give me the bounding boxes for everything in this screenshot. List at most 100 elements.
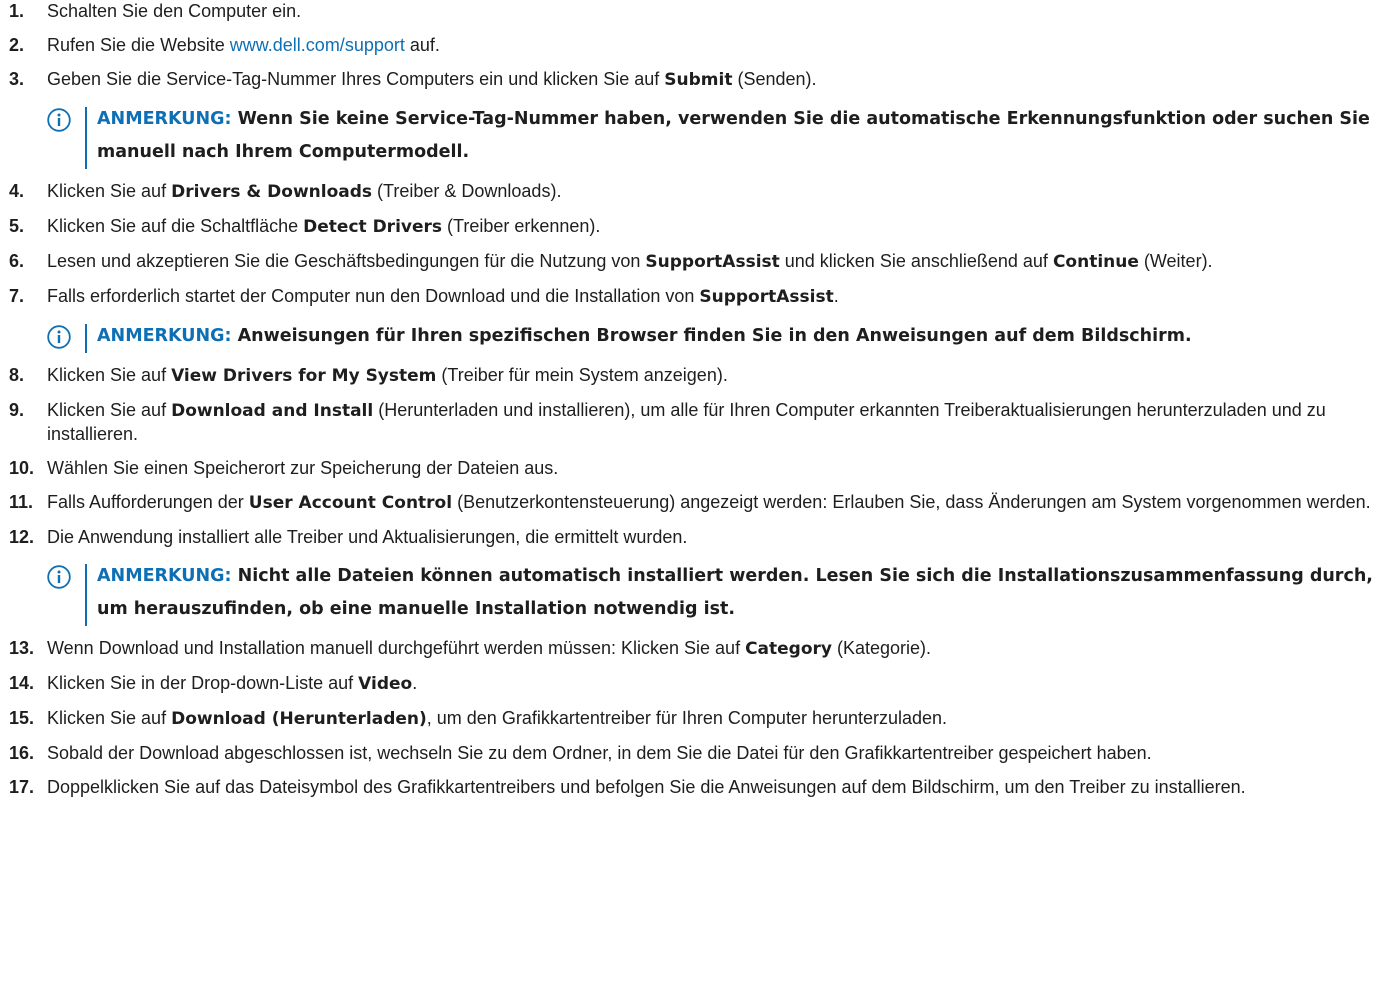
step-text: Schalten Sie den Computer ein. <box>47 1 301 21</box>
step-number: 16. <box>9 743 35 763</box>
note-divider <box>85 107 87 169</box>
note-divider <box>85 324 87 353</box>
step-number: 17. <box>9 777 35 797</box>
text-run: Geben Sie die Service-Tag-Nummer Ihres C… <box>47 69 665 89</box>
note-box: ANMERKUNG: Wenn Sie keine Service-Tag-Nu… <box>47 103 1395 169</box>
note-text: Wenn Sie keine Service-Tag-Nummer haben,… <box>97 109 1370 162</box>
step-item: 12. Die Anwendung installiert alle Treibe… <box>0 526 1397 549</box>
text-run: auf. <box>404 35 440 55</box>
text-run: Sobald der Download abgeschlossen ist, w… <box>47 743 1152 763</box>
step-text: Wählen Sie einen Speicherort zur Speiche… <box>47 458 558 478</box>
ui-term: Detect Drivers <box>303 217 443 237</box>
step-text: Geben Sie die Service-Tag-Nummer Ihres C… <box>47 69 817 90</box>
note-label: ANMERKUNG: <box>97 566 232 586</box>
step-number: 4. <box>9 181 25 201</box>
step-text: Rufen Sie die Website www.dell.com/suppo… <box>47 35 440 55</box>
text-run: und klicken Sie anschließend auf <box>779 251 1053 271</box>
step-text: Klicken Sie auf Download (Herunterladen)… <box>47 708 948 729</box>
text-run: Klicken Sie auf die Schaltfläche <box>47 216 304 236</box>
support-link[interactable]: www.dell.com/support <box>230 35 405 55</box>
step-item: 11. Falls Aufforderungen der User Account… <box>0 491 1397 515</box>
step-number: 11. <box>9 492 34 512</box>
step-number: 10. <box>9 458 35 478</box>
ui-term: SupportAssist <box>645 252 780 272</box>
step-number: 5. <box>9 216 25 236</box>
note-label: ANMERKUNG: <box>97 326 232 346</box>
text-run: Klicken Sie auf <box>47 365 172 385</box>
text-run: (Treiber erkennen). <box>442 216 601 236</box>
text-run: Doppelklicken Sie auf das Dateisymbol de… <box>47 777 1246 797</box>
step-number: 7. <box>9 286 25 306</box>
step-text: Klicken Sie in der Drop-down-Liste auf V… <box>47 673 418 694</box>
info-circle-icon <box>47 108 71 132</box>
step-item: 17. Doppelklicken Sie auf das Dateisymbol… <box>0 776 1397 799</box>
ui-term: Continue <box>1052 252 1139 272</box>
step-text: Klicken Sie auf die Schaltfläche Detect … <box>47 216 601 237</box>
info-circle-icon <box>47 565 71 589</box>
step-number: 6. <box>9 251 25 271</box>
text-run: (Treiber für mein System anzeigen). <box>436 365 728 385</box>
step-number: 14. <box>9 673 35 693</box>
text-run: Lesen und akzeptieren Sie die Geschäftsb… <box>47 251 646 271</box>
text-run: , um den Grafikkartentreiber für Ihren C… <box>426 708 948 728</box>
step-item: 14. Klicken Sie in der Drop-down-Liste au… <box>0 672 1397 696</box>
step-number: 15. <box>9 708 35 728</box>
step-text: Wenn Download und Installation manuell d… <box>47 638 932 659</box>
text-run: Klicken Sie in der Drop-down-Liste auf <box>47 673 359 693</box>
text-run: Falls Aufforderungen der <box>47 492 249 512</box>
text-run: Wenn Download und Installation manuell d… <box>47 638 746 658</box>
text-run: (Benutzerkontensteuerung) angezeigt werd… <box>452 492 1371 512</box>
step-text: Klicken Sie auf Download and Install (He… <box>47 400 1326 444</box>
step-text: Klicken Sie auf Drivers & Downloads (Tre… <box>47 181 562 202</box>
step-number: 9. <box>9 400 25 420</box>
text-run: (Treiber & Downloads). <box>372 181 562 201</box>
step-text: Sobald der Download abgeschlossen ist, w… <box>47 743 1152 763</box>
step-text: Klicken Sie auf View Drivers for My Syst… <box>47 365 728 386</box>
note-box: ANMERKUNG: Nicht alle Dateien können aut… <box>47 560 1395 626</box>
ui-term: Download (Herunterladen) <box>171 709 427 729</box>
text-run: Klicken Sie auf <box>47 708 172 728</box>
ui-term: View Drivers for My System <box>171 366 437 386</box>
text-run: Wählen Sie einen Speicherort zur Speiche… <box>47 458 559 478</box>
step-item: 2. Rufen Sie die Website www.dell.com/sup… <box>0 34 1397 57</box>
text-run: (Senden). <box>732 69 817 89</box>
instruction-list: 1. Schalten Sie den Computer ein. 2. Rufen … <box>0 0 1397 810</box>
note-label: ANMERKUNG: <box>97 109 232 129</box>
step-number: 3. <box>9 69 25 89</box>
ui-term: User Account Control <box>248 493 453 513</box>
text-run: Klicken Sie auf <box>47 181 172 201</box>
step-item: 16. Sobald der Download abgeschlossen ist… <box>0 742 1397 765</box>
text-run: Falls erforderlich startet der Computer … <box>47 286 700 306</box>
ui-term: Drivers & Downloads <box>171 182 373 202</box>
text-run: . <box>412 673 418 693</box>
step-item: 4. Klicken Sie auf Drivers & Downloads (T… <box>0 180 1397 204</box>
step-item: 7. Falls erforderlich startet der Compute… <box>0 285 1397 309</box>
ui-term: SupportAssist <box>699 287 834 307</box>
step-item: 6. Lesen und akzeptieren Sie die Geschäft… <box>0 250 1397 274</box>
text-run: Rufen Sie die Website <box>47 35 230 55</box>
text-run: . <box>833 286 839 306</box>
note-text: Anweisungen für Ihren spezifischen Brows… <box>237 326 1192 346</box>
step-item: 13. Wenn Download und Installation manuel… <box>0 637 1397 661</box>
ui-term: Submit <box>664 70 733 90</box>
step-item: 5. Klicken Sie auf die Schaltfläche Detec… <box>0 215 1397 239</box>
text-run: Die Anwendung installiert alle Treiber u… <box>47 527 688 547</box>
step-item: 10. Wählen Sie einen Speicherort zur Spei… <box>0 457 1397 480</box>
step-item: 15. Klicken Sie auf Download (Herunterlad… <box>0 707 1397 731</box>
step-item: 8. Klicken Sie auf View Drivers for My Sy… <box>0 364 1397 388</box>
note-divider <box>85 564 87 626</box>
text-run: (Kategorie). <box>832 638 932 658</box>
step-number: 1. <box>9 1 25 21</box>
step-number: 13. <box>9 638 35 658</box>
step-text: Lesen und akzeptieren Sie die Geschäftsb… <box>47 251 1213 272</box>
ui-term: Download and Install <box>171 401 374 421</box>
note-box: ANMERKUNG: Anweisungen für Ihren spezifi… <box>47 320 1395 353</box>
text-run: Klicken Sie auf <box>47 400 172 420</box>
step-text: Falls erforderlich startet der Computer … <box>47 286 839 307</box>
step-text: Doppelklicken Sie auf das Dateisymbol de… <box>47 777 1246 797</box>
step-item: 9. Klicken Sie auf Download and Install (… <box>0 399 1397 446</box>
step-item: 1. Schalten Sie den Computer ein. <box>0 0 1397 23</box>
ui-term: Video <box>358 674 413 694</box>
step-text: Falls Aufforderungen der User Account Co… <box>47 492 1371 513</box>
step-text: Die Anwendung installiert alle Treiber u… <box>47 527 687 547</box>
